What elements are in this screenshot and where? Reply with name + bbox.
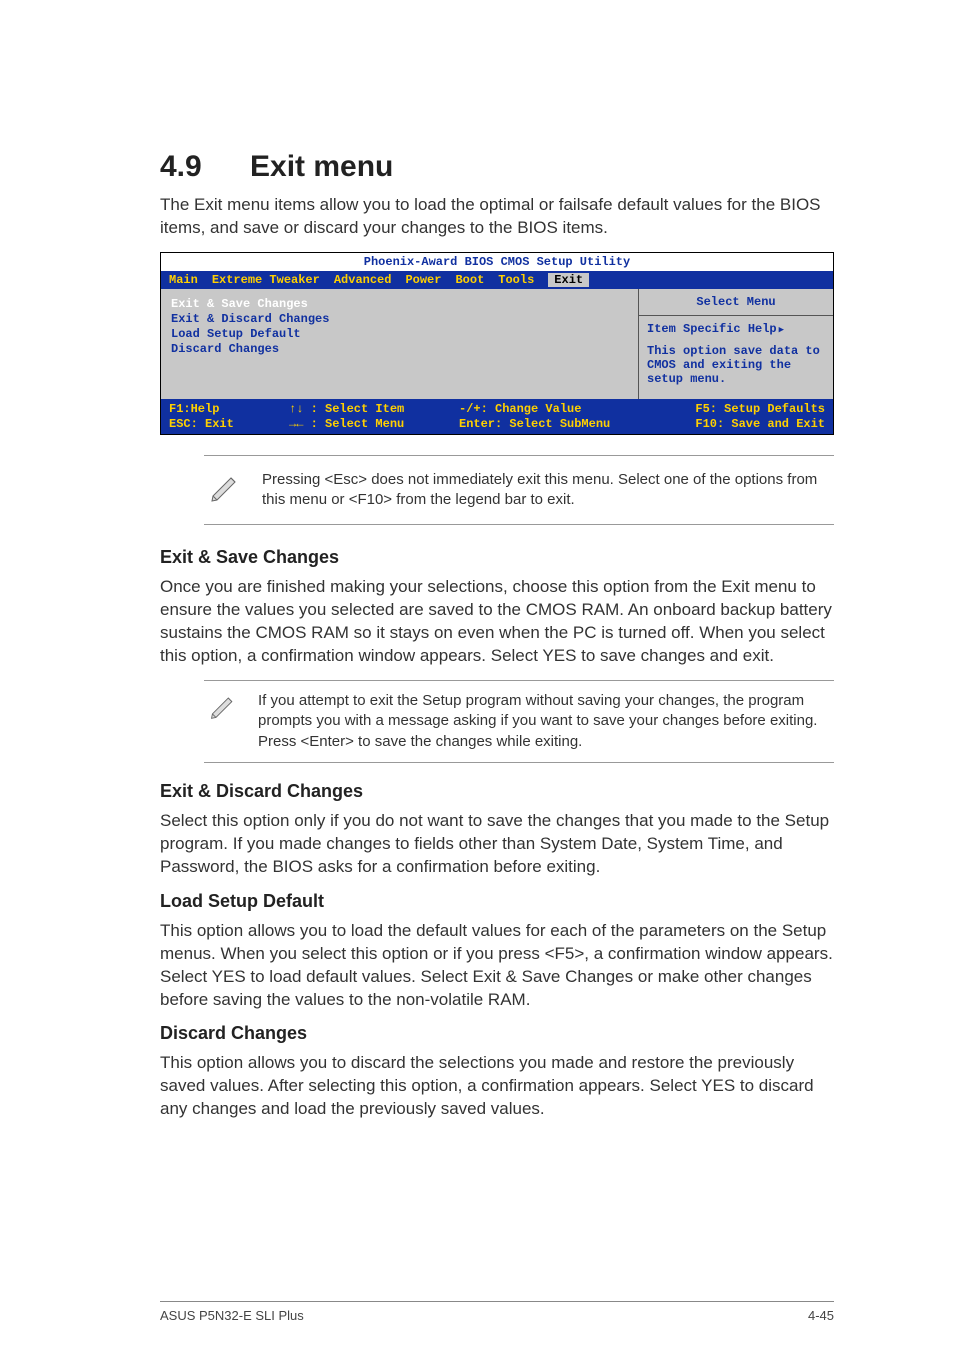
section4-body: This option allows you to discard the se… bbox=[160, 1052, 834, 1121]
section2-body: Select this option only if you do not wa… bbox=[160, 810, 834, 879]
heading-number: 4.9 bbox=[160, 150, 250, 184]
pencil-icon bbox=[208, 470, 242, 504]
bios-footer-f5: F5: Setup Defaults bbox=[659, 402, 825, 416]
bios-right-body: Item Specific Help This option save data… bbox=[639, 316, 833, 399]
bios-footer-enter: Enter: Select SubMenu bbox=[459, 417, 659, 431]
page-heading: 4.9Exit menu bbox=[160, 150, 834, 184]
bios-footer-updown: ↑↓ : Select Item bbox=[289, 402, 459, 416]
bios-footer: F1:Help ↑↓ : Select Item -/+: Change Val… bbox=[161, 399, 833, 434]
bios-title: Phoenix-Award BIOS CMOS Setup Utility bbox=[161, 253, 833, 271]
footer-right: 4-45 bbox=[808, 1308, 834, 1323]
section3-title: Load Setup Default bbox=[160, 891, 834, 912]
bios-right-header: Select Menu bbox=[639, 289, 833, 316]
bios-tab-exit: Exit bbox=[548, 273, 589, 287]
note-box-2: If you attempt to exit the Setup program… bbox=[204, 680, 834, 763]
heading-title: Exit menu bbox=[250, 150, 393, 183]
section3-body: This option allows you to load the defau… bbox=[160, 920, 834, 1012]
bios-tab-power: Power bbox=[405, 273, 441, 287]
bios-tab-main: Main bbox=[169, 273, 198, 287]
bios-screenshot: Phoenix-Award BIOS CMOS Setup Utility Ma… bbox=[160, 252, 834, 435]
bios-body: Exit & Save Changes Exit & Discard Chang… bbox=[161, 289, 833, 399]
section2-title: Exit & Discard Changes bbox=[160, 781, 834, 802]
bios-tab-bar: Main Extreme Tweaker Advanced Power Boot… bbox=[161, 271, 833, 289]
footer-left: ASUS P5N32-E SLI Plus bbox=[160, 1308, 304, 1323]
bios-tab-tools: Tools bbox=[498, 273, 534, 287]
bios-tab-extreme: Extreme Tweaker bbox=[212, 273, 320, 287]
bios-footer-esc: ESC: Exit bbox=[169, 417, 289, 431]
bios-tab-advanced: Advanced bbox=[334, 273, 392, 287]
section4-title: Discard Changes bbox=[160, 1023, 834, 1044]
bios-footer-leftright: →← : Select Menu bbox=[289, 417, 459, 431]
note-text-1: Pressing <Esc> does not immediately exit… bbox=[262, 470, 830, 511]
section1-title: Exit & Save Changes bbox=[160, 547, 834, 568]
intro-paragraph: The Exit menu items allow you to load th… bbox=[160, 194, 834, 240]
section1-body: Once you are finished making your select… bbox=[160, 576, 834, 668]
bios-footer-f1: F1:Help bbox=[169, 402, 289, 416]
bios-right-item: Item Specific Help bbox=[647, 322, 784, 336]
bios-left-panel: Exit & Save Changes Exit & Discard Chang… bbox=[161, 289, 638, 399]
bios-item-exit-save: Exit & Save Changes bbox=[171, 297, 628, 311]
bios-item-load-default: Load Setup Default bbox=[171, 327, 628, 341]
page-footer: ASUS P5N32-E SLI Plus 4-45 bbox=[160, 1301, 834, 1323]
bios-right-desc: This option save data to CMOS and exitin… bbox=[647, 344, 820, 386]
bios-item-exit-discard: Exit & Discard Changes bbox=[171, 312, 628, 326]
bios-item-discard: Discard Changes bbox=[171, 342, 628, 356]
bios-tab-boot: Boot bbox=[455, 273, 484, 287]
note-box-1: Pressing <Esc> does not immediately exit… bbox=[204, 455, 834, 526]
bios-footer-f10: F10: Save and Exit bbox=[659, 417, 825, 431]
bios-right-panel: Select Menu Item Specific Help This opti… bbox=[638, 289, 833, 399]
note-text-2: If you attempt to exit the Setup program… bbox=[258, 691, 830, 752]
pencil-icon bbox=[208, 691, 238, 721]
bios-footer-change: -/+: Change Value bbox=[459, 402, 659, 416]
